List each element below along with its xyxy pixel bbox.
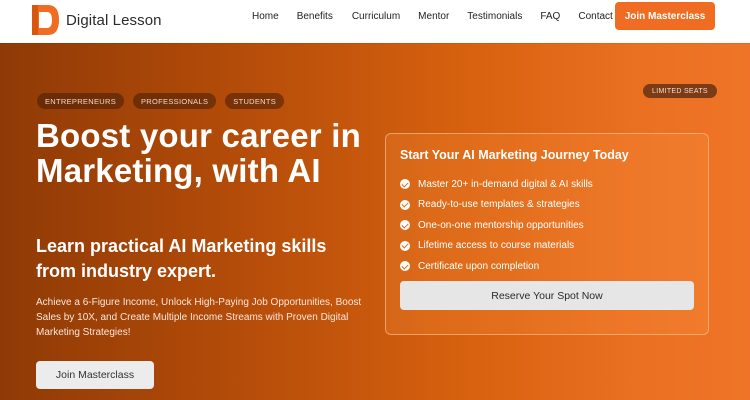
join-masterclass-hero-button[interactable]: Join Masterclass [36, 361, 154, 389]
nav-item-curriculum[interactable]: Curriculum [352, 11, 400, 22]
hero-subheadline: Learn practical AI Marketing skills from… [36, 236, 327, 281]
list-item: Master 20+ in-demand digital & AI skills [400, 174, 593, 195]
feature-list: Master 20+ in-demand digital & AI skills… [400, 174, 593, 277]
check-circle-icon [400, 261, 410, 272]
join-masterclass-nav-button[interactable]: Join Masterclass [615, 2, 715, 30]
list-item: Ready-to-use templates & strategies [400, 195, 593, 216]
check-circle-icon [400, 179, 410, 190]
tag-entrepreneurs: ENTREPRENEURS [37, 93, 124, 109]
signup-card: Start Your AI Marketing Journey Today Ma… [385, 133, 709, 335]
hero-description: Achieve a 6-Figure Income, Unlock High-P… [36, 297, 362, 338]
brand-logo[interactable]: Digital Lesson [30, 4, 162, 36]
check-circle-icon [400, 220, 410, 231]
check-circle-icon [400, 240, 410, 251]
feature-text: Ready-to-use templates & strategies [418, 199, 580, 211]
orange-d-logo-icon [30, 4, 60, 36]
brand-name: Digital Lesson [66, 11, 162, 29]
site-header: Digital Lesson Home Benefits Curriculum … [0, 0, 750, 43]
nav-item-contact[interactable]: Contact [578, 11, 612, 22]
nav-item-benefits[interactable]: Benefits [297, 11, 333, 22]
list-item: One-on-one mentorship opportunities [400, 215, 593, 236]
tag-professionals: PROFESSIONALS [133, 93, 217, 109]
tag-students: STUDENTS [225, 93, 285, 109]
hero-headline: Boost your career in Marketing, with AI [36, 117, 361, 189]
list-item: Lifetime access to course materials [400, 236, 593, 257]
feature-text: Lifetime access to course materials [418, 240, 575, 252]
audience-tags: ENTREPRENEURS PROFESSIONALS STUDENTS [37, 93, 293, 109]
nav-item-faq[interactable]: FAQ [540, 11, 560, 22]
nav-item-mentor[interactable]: Mentor [418, 11, 449, 22]
nav-item-home[interactable]: Home [252, 11, 279, 22]
card-title: Start Your AI Marketing Journey Today [400, 148, 629, 162]
feature-text: Certificate upon completion [418, 260, 540, 272]
reserve-spot-button[interactable]: Reserve Your Spot Now [400, 281, 694, 310]
check-circle-icon [400, 199, 410, 210]
feature-text: Master 20+ in-demand digital & AI skills [418, 178, 593, 190]
list-item: Certificate upon completion [400, 256, 593, 277]
nav-item-testimonials[interactable]: Testimonials [467, 11, 522, 22]
main-nav: Home Benefits Curriculum Mentor Testimon… [252, 0, 613, 33]
limited-seats-badge: LIMITED SEATS [643, 84, 717, 98]
feature-text: One-on-one mentorship opportunities [418, 219, 584, 231]
